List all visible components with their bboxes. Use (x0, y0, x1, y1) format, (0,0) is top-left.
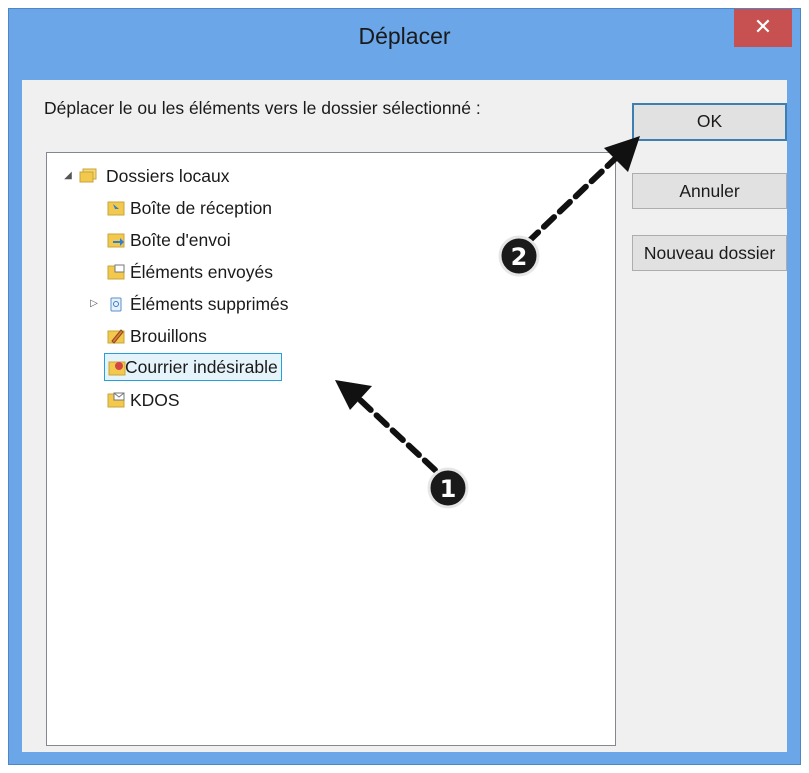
tree-node-label: Dossiers locaux (106, 166, 230, 186)
new-folder-button[interactable]: Nouveau dossier (632, 235, 787, 271)
collapse-arrow-icon[interactable]: ◢ (61, 169, 75, 183)
inbox-folder-icon (107, 201, 125, 216)
outbox-folder-icon (107, 233, 125, 248)
cancel-button[interactable]: Annuler (632, 173, 787, 209)
drafts-folder-icon (107, 329, 125, 344)
tree-node-label: Éléments supprimés (130, 294, 289, 314)
recycle-folder-icon (110, 297, 122, 312)
prompt-label: Déplacer le ou les éléments vers le doss… (44, 98, 481, 118)
ok-button[interactable]: OK (632, 103, 787, 141)
tree-node-label: Brouillons (130, 326, 207, 346)
expand-arrow-icon[interactable]: ▷ (87, 297, 101, 311)
window-title: Déplacer (358, 23, 451, 49)
dialog-body: Déplacer le ou les éléments vers le doss… (22, 80, 787, 752)
folder-tree[interactable]: ◢ Dossiers locaux Boîte de réception Boî… (46, 152, 616, 746)
sent-folder-icon (107, 264, 125, 280)
folders-icon (79, 168, 97, 183)
tree-node-label: Éléments envoyés (130, 262, 273, 282)
title-bar[interactable]: Déplacer ✕ (9, 9, 800, 73)
tree-node-label: Courrier indésirable (104, 353, 282, 381)
move-dialog-window: Déplacer ✕ Déplacer le ou les éléments v… (8, 8, 801, 765)
junk-folder-icon (108, 361, 126, 376)
tree-node-label: KDOS (130, 390, 180, 410)
tree-node-label: Boîte de réception (130, 198, 273, 218)
close-button[interactable]: ✕ (734, 9, 792, 47)
mail-folder-icon (107, 392, 125, 408)
tree-node-label: Boîte d'envoi (130, 230, 231, 250)
